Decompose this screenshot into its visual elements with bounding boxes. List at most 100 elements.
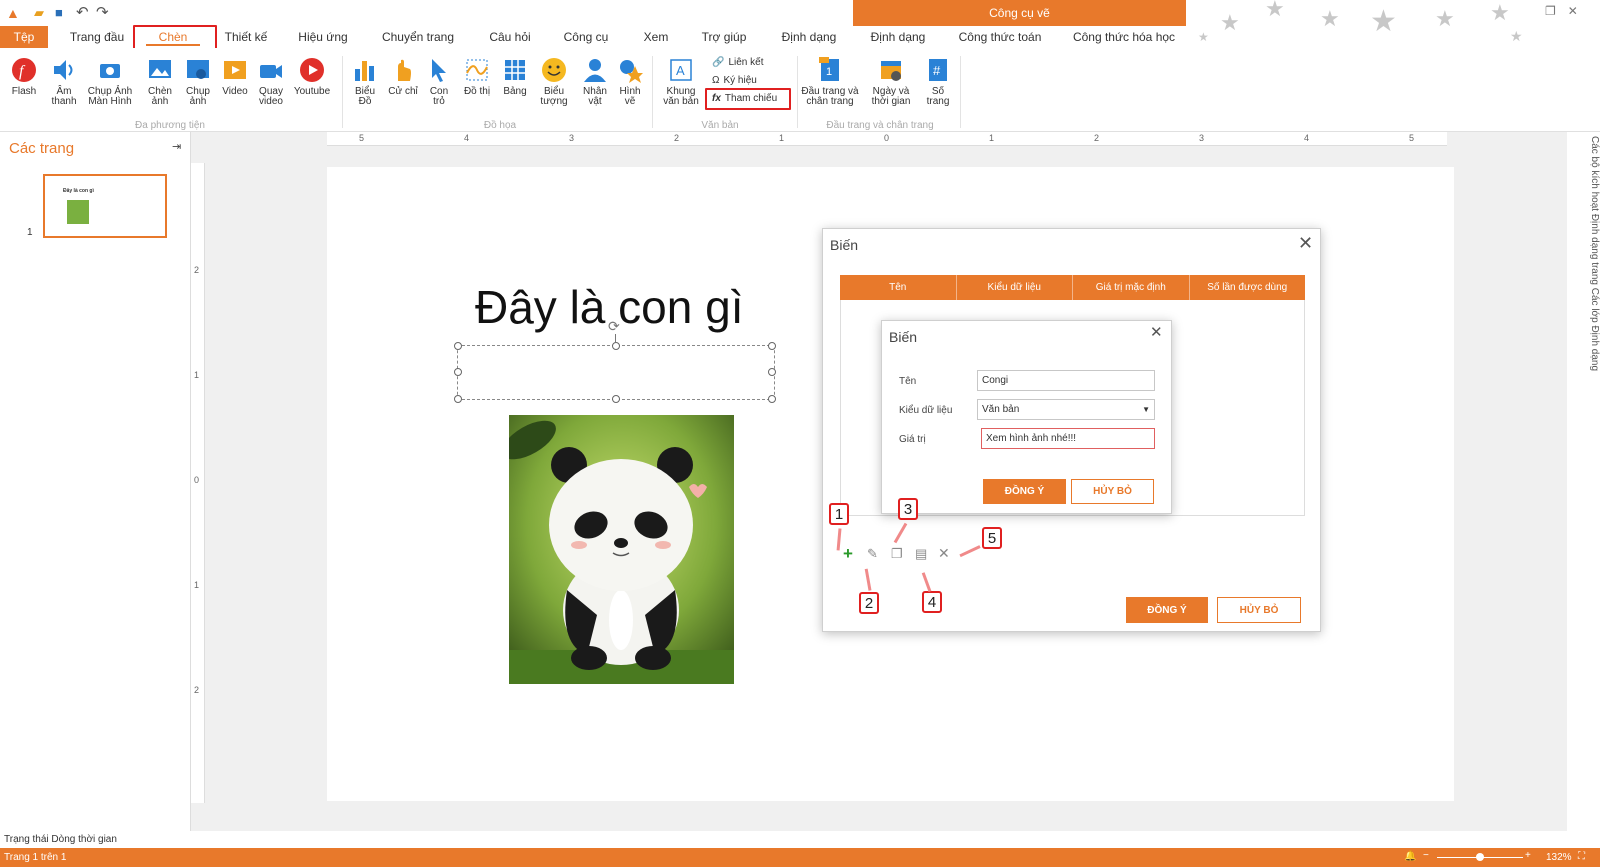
resize-handle[interactable] xyxy=(454,368,462,376)
ruler-tick: 3 xyxy=(569,133,575,143)
ruler-tick: 4 xyxy=(464,133,470,143)
column-header[interactable]: Tên xyxy=(840,275,957,300)
zoom-slider-thumb[interactable] xyxy=(1476,853,1484,861)
audio-button[interactable]: Âm thanh xyxy=(46,56,82,107)
undo-icon[interactable]: ↶ xyxy=(76,3,89,21)
value-field[interactable]: Xem hình ảnh nhé!!! xyxy=(981,428,1155,449)
tab-format-2[interactable]: Định dạng xyxy=(868,26,928,48)
ruler-tick: 5 xyxy=(359,133,365,143)
tab-questions[interactable]: Câu hỏi xyxy=(486,26,534,48)
calendar-icon xyxy=(877,56,905,84)
icon-button[interactable]: Biểu tượng xyxy=(536,56,572,107)
tab-view[interactable]: Xem xyxy=(640,26,672,48)
screenshot-button[interactable]: Chụp Ảnh Màn Hình xyxy=(86,56,134,107)
column-header[interactable]: Số lần được dùng xyxy=(1190,275,1306,300)
restore-icon[interactable]: ❐ xyxy=(1545,4,1556,20)
capture-image-button[interactable]: Chụp ảnh xyxy=(182,56,214,107)
image-icon xyxy=(146,56,174,84)
cancel-button[interactable]: HỦY BỎ xyxy=(1217,597,1301,623)
record-video-button[interactable]: Quay video xyxy=(255,56,287,107)
resize-handle[interactable] xyxy=(768,368,776,376)
omega-icon: Ω xyxy=(712,75,720,86)
symbol-button[interactable]: Ω Ký hiệu xyxy=(712,75,757,86)
pointer-button[interactable]: Con trỏ xyxy=(424,56,454,107)
redo-icon[interactable]: ↷ xyxy=(96,3,109,21)
tab-chem-formula[interactable]: Công thức hóa học xyxy=(1072,26,1176,48)
header-footer-button[interactable]: 1 Đầu trang và chân trang xyxy=(800,56,860,107)
ruler-tick: 5 xyxy=(1409,133,1415,143)
empty-text-box[interactable]: ⟳ xyxy=(454,318,776,403)
youtube-button[interactable]: Youtube xyxy=(293,56,331,97)
pin-icon[interactable]: ⇥ xyxy=(172,140,181,153)
close-icon[interactable]: ✕ xyxy=(1298,233,1313,254)
resize-handle[interactable] xyxy=(454,395,462,403)
resize-handle[interactable] xyxy=(612,395,620,403)
tab-help[interactable]: Trợ giúp xyxy=(700,26,748,48)
ruler-tick: 0 xyxy=(884,133,890,143)
delete-icon[interactable]: ✕ xyxy=(938,545,950,562)
hash-icon: # xyxy=(924,56,952,84)
tab-effects[interactable]: Hiệu ứng xyxy=(293,26,353,48)
window-controls[interactable]: ❐ ✕ xyxy=(1545,4,1595,20)
datetime-button[interactable]: Ngày và thời gian xyxy=(869,56,913,107)
ruler-tick: 0 xyxy=(194,475,200,485)
textbox-icon: A xyxy=(667,56,695,84)
graph-button[interactable]: Đồ thị xyxy=(462,56,492,97)
name-field[interactable]: Congi xyxy=(977,370,1155,391)
gesture-button[interactable]: Cử chỉ xyxy=(388,56,418,97)
app-logo-icon: ▲ xyxy=(6,5,20,21)
cancel-button[interactable]: HỦY BỎ xyxy=(1071,479,1154,504)
textbox-button[interactable]: A Khung văn bản xyxy=(662,56,700,107)
video-button[interactable]: Video xyxy=(219,56,251,97)
paste-icon[interactable]: ▤ xyxy=(915,546,927,562)
column-header[interactable]: Kiểu dữ liệu xyxy=(957,275,1073,300)
tab-math-formula[interactable]: Công thức toán xyxy=(957,26,1043,48)
copy-icon[interactable]: ❐ xyxy=(891,546,903,562)
graph-icon xyxy=(463,56,491,84)
link-button[interactable]: 🔗 Liên kết xyxy=(712,57,763,68)
resize-handle[interactable] xyxy=(768,395,776,403)
open-folder-icon[interactable]: ▰ xyxy=(34,5,44,21)
close-window-icon[interactable]: ✕ xyxy=(1568,4,1578,20)
chart-button[interactable]: Biểu Đồ xyxy=(350,56,380,107)
tab-transitions[interactable]: Chuyển trang xyxy=(378,26,458,48)
character-button[interactable]: Nhân vật xyxy=(578,56,612,107)
edit-pencil-icon[interactable]: ✎ xyxy=(867,546,878,562)
close-icon[interactable]: ✕ xyxy=(1150,323,1163,341)
save-icon[interactable]: ■ xyxy=(55,5,63,20)
right-side-panel[interactable]: Các bộ kích hoạt Định dạng trang Các lớp… xyxy=(1567,132,1600,831)
tab-tools[interactable]: Công cụ xyxy=(562,26,610,48)
variable-edit-dialog: Biến ✕ Tên Congi Kiểu dữ liệu Văn bản ▼ G… xyxy=(881,320,1172,514)
shape-button[interactable]: Hình vẽ xyxy=(615,56,645,107)
panda-image[interactable] xyxy=(502,415,734,684)
ok-button[interactable]: ĐỒNG Ý xyxy=(983,479,1066,504)
bar-chart-icon xyxy=(351,56,379,84)
slide-thumbnail[interactable]: Đây là con gì xyxy=(43,174,167,238)
tab-format[interactable]: Định dạng xyxy=(779,26,839,48)
type-select[interactable]: Văn bản ▼ xyxy=(977,399,1155,420)
insert-image-button[interactable]: Chèn ảnh xyxy=(144,56,176,107)
fit-to-window-icon[interactable]: ⛶ xyxy=(1578,851,1585,862)
cursor-icon xyxy=(425,56,453,84)
resize-handle[interactable] xyxy=(612,342,620,350)
column-header[interactable]: Giá trị mặc định xyxy=(1073,275,1190,300)
flash-button[interactable]: f Flash xyxy=(8,56,40,97)
annotation-5: 5 xyxy=(982,527,1002,549)
horizontal-ruler: 5 4 3 2 1 0 1 2 3 4 5 xyxy=(327,132,1447,146)
page-number-button[interactable]: # Số trang xyxy=(922,56,954,107)
resize-handle[interactable] xyxy=(768,342,776,350)
tab-file[interactable]: Tệp xyxy=(0,26,48,48)
status-tabs[interactable]: Trạng thái Dòng thời gian xyxy=(4,834,117,845)
tab-home[interactable]: Trang đầu xyxy=(62,26,132,48)
dialog-title: Biến xyxy=(830,237,859,253)
add-icon[interactable]: + xyxy=(843,544,853,564)
table-button[interactable]: Bảng xyxy=(500,56,530,97)
zoom-in-icon[interactable]: + xyxy=(1525,850,1531,861)
ok-button[interactable]: ĐỒNG Ý xyxy=(1126,597,1208,623)
tab-design[interactable]: Thiết kế xyxy=(218,26,274,48)
separator xyxy=(652,56,653,128)
zoom-out-icon[interactable]: − xyxy=(1423,850,1429,861)
resize-handle[interactable] xyxy=(454,342,462,350)
rotate-handle-icon[interactable]: ⟳ xyxy=(608,318,624,334)
bell-icon[interactable]: 🔔 xyxy=(1404,851,1416,862)
